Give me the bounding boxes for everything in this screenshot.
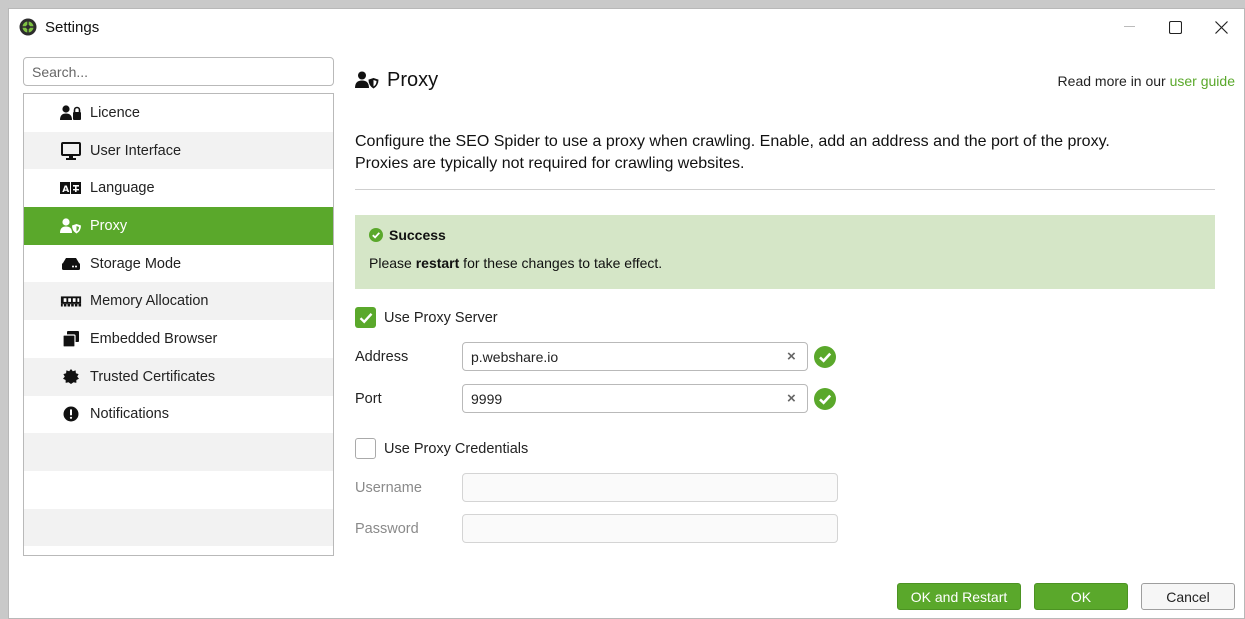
description-line: Configure the SEO Spider to use a proxy … — [355, 133, 1110, 150]
minimize-icon — [1123, 26, 1135, 27]
sidebar-item-licence[interactable]: Licence — [24, 94, 333, 132]
sidebar-item-label: User Interface — [90, 142, 182, 159]
user-lock-icon — [60, 104, 82, 122]
guide-prefix: Read more in our — [1057, 73, 1170, 89]
username-label: Username — [355, 479, 422, 496]
use-proxy-credentials-label: Use Proxy Credentials — [384, 440, 529, 457]
sidebar-item-proxy[interactable]: Proxy — [24, 207, 333, 245]
address-value: p.webshare.io — [471, 348, 559, 365]
ok-button[interactable]: OK — [1034, 583, 1128, 610]
use-proxy-server-label: Use Proxy Server — [384, 309, 498, 326]
port-value: 9999 — [471, 390, 503, 407]
use-proxy-server-checkbox[interactable] — [355, 307, 376, 328]
alert-msg-suffix: for these changes to take effect. — [459, 255, 663, 271]
user-guide-link[interactable]: user guide — [1170, 73, 1235, 89]
checkmark-icon — [359, 312, 372, 324]
sidebar-item-language[interactable]: A Language — [24, 169, 333, 207]
address-row: Address p.webshare.io × — [355, 342, 836, 371]
valid-check-icon — [814, 345, 836, 368]
port-field[interactable]: 9999 × — [462, 384, 808, 413]
hard-drive-icon — [60, 255, 82, 273]
port-label: Port — [355, 390, 382, 407]
monitor-icon — [60, 141, 82, 160]
browser-windows-icon — [60, 330, 82, 348]
spider-logo-icon — [19, 18, 37, 36]
settings-window: Settings Licence User Interface — [8, 8, 1245, 619]
success-alert: Success Please restart for these changes… — [355, 215, 1215, 289]
sidebar-item-label: Storage Mode — [90, 255, 182, 272]
password-field[interactable] — [462, 514, 838, 543]
sidebar-item-trusted-certificates[interactable]: Trusted Certificates — [24, 357, 333, 396]
user-shield-icon — [60, 217, 82, 235]
sidebar-item-memory-allocation[interactable]: Memory Allocation — [24, 282, 333, 321]
check-circle-icon — [369, 228, 383, 242]
user-shield-icon — [355, 71, 379, 89]
sidebar-item-embedded-browser[interactable]: Embedded Browser — [24, 320, 333, 358]
alert-title: Success — [389, 227, 446, 243]
port-row: Port 9999 × — [355, 384, 836, 413]
svg-text:A: A — [62, 185, 69, 195]
sidebar-item-label: Licence — [90, 104, 140, 121]
divider — [355, 189, 1215, 190]
sidebar-empty-row — [24, 508, 333, 547]
settings-sidebar: Licence User Interface A Language Proxy … — [23, 93, 334, 556]
title-bar: Settings — [9, 9, 1244, 45]
password-label: Password — [355, 520, 419, 537]
username-row: Username — [355, 473, 838, 502]
address-field[interactable]: p.webshare.io × — [462, 342, 808, 371]
clear-address-icon[interactable]: × — [787, 349, 799, 365]
sidebar-item-storage-mode[interactable]: Storage Mode — [24, 245, 333, 283]
use-proxy-credentials-checkbox[interactable] — [355, 438, 376, 459]
valid-check-icon — [814, 387, 836, 410]
close-button[interactable] — [1198, 9, 1244, 45]
exclamation-circle-icon — [60, 405, 82, 423]
alert-title-row: Success — [369, 227, 1201, 243]
window-controls — [1106, 9, 1244, 45]
close-icon — [1214, 20, 1228, 34]
certificate-icon — [60, 368, 82, 386]
memory-icon — [60, 292, 82, 310]
proxy-description: Configure the SEO Spider to use a proxy … — [355, 131, 1215, 175]
maximize-button[interactable] — [1152, 9, 1198, 45]
maximize-icon — [1168, 20, 1182, 34]
username-field[interactable] — [462, 473, 838, 502]
proxy-settings-panel: Proxy Read more in our user guide Config… — [355, 65, 1235, 543]
guide-text: Read more in our user guide — [1058, 73, 1235, 89]
sidebar-item-notifications[interactable]: Notifications — [24, 396, 333, 434]
sidebar-empty-row — [24, 546, 333, 555]
sidebar-item-label: Trusted Certificates — [90, 368, 216, 385]
sidebar-item-label: Notifications — [90, 406, 169, 423]
language-icon: A — [60, 179, 82, 197]
ok-and-restart-button[interactable]: OK and Restart — [897, 583, 1021, 610]
cancel-button[interactable]: Cancel — [1141, 583, 1235, 610]
sidebar-item-label: Language — [90, 180, 155, 197]
sidebar-item-label: Proxy — [90, 217, 128, 234]
description-line: Proxies are typically not required for c… — [355, 155, 745, 172]
alert-msg-prefix: Please — [369, 255, 416, 271]
sidebar-item-label: Embedded Browser — [90, 330, 218, 347]
window-title: Settings — [45, 18, 100, 36]
sidebar-empty-row — [24, 433, 333, 471]
sidebar-item-user-interface[interactable]: User Interface — [24, 131, 333, 170]
address-label: Address — [355, 348, 409, 365]
clear-port-icon[interactable]: × — [787, 391, 799, 407]
search-input[interactable] — [23, 57, 334, 86]
use-proxy-credentials-row[interactable]: Use Proxy Credentials — [355, 438, 528, 459]
use-proxy-server-row[interactable]: Use Proxy Server — [355, 307, 498, 328]
password-row: Password — [355, 514, 838, 543]
alert-message: Please restart for these changes to take… — [369, 255, 1201, 271]
sidebar-item-label: Memory Allocation — [90, 293, 209, 310]
minimize-button[interactable] — [1106, 9, 1152, 45]
page-title: Proxy — [387, 68, 439, 91]
sidebar-empty-row — [24, 471, 333, 509]
alert-msg-bold: restart — [415, 255, 460, 271]
